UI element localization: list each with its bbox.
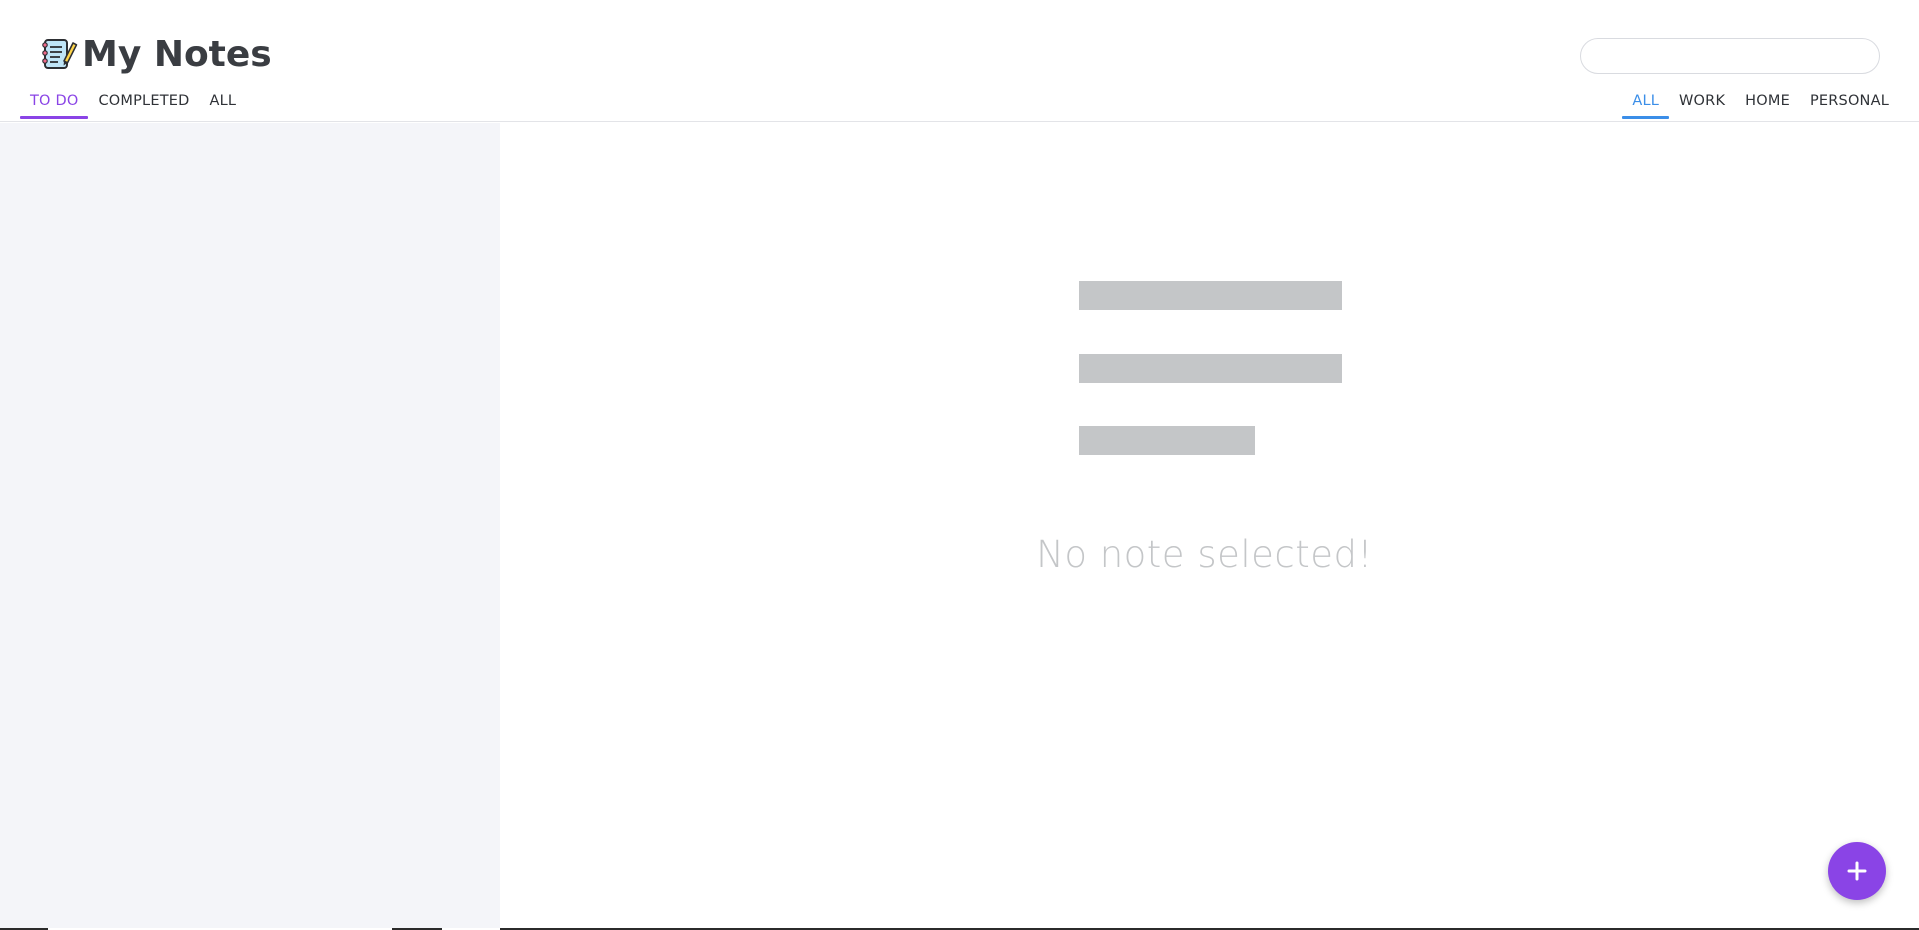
- plus-icon: [1847, 861, 1867, 881]
- tab-category-home[interactable]: HOME: [1735, 88, 1800, 121]
- category-tabs: ALL WORK HOME PERSONAL: [1622, 88, 1899, 122]
- tab-category-work[interactable]: WORK: [1669, 88, 1735, 121]
- tab-todo[interactable]: TO DO: [20, 88, 89, 121]
- tab-all-status[interactable]: ALL: [200, 88, 247, 121]
- empty-state-message: No note selected!: [1036, 533, 1373, 576]
- placeholder-line: [1079, 354, 1342, 383]
- tab-category-all[interactable]: ALL: [1622, 88, 1669, 121]
- add-note-button[interactable]: [1828, 842, 1886, 900]
- note-detail-panel: No note selected!: [500, 123, 1919, 930]
- tab-completed[interactable]: COMPLETED: [88, 88, 199, 121]
- app-header: My Notes TO DO COMPLETED ALL ALL WORK HO…: [0, 0, 1919, 122]
- tab-category-personal[interactable]: PERSONAL: [1800, 88, 1899, 121]
- empty-state: No note selected!: [500, 123, 1919, 930]
- placeholder-line: [1079, 426, 1255, 455]
- notebook-pencil-icon: [42, 39, 78, 69]
- placeholder-line: [1079, 281, 1342, 310]
- notes-list-sidebar: [0, 123, 500, 930]
- search-input[interactable]: [1580, 38, 1880, 74]
- status-tabs: TO DO COMPLETED ALL: [20, 88, 246, 122]
- brand: My Notes: [38, 30, 272, 78]
- app-title: My Notes: [82, 33, 272, 75]
